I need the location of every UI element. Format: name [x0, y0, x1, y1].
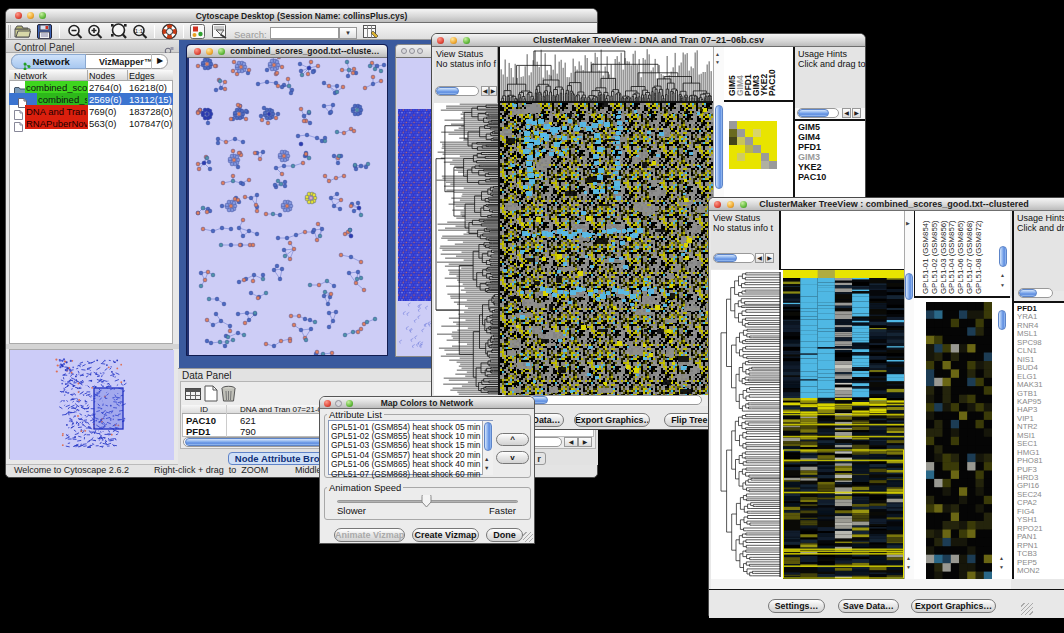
svg-text:1:1: 1:1 — [135, 28, 144, 34]
